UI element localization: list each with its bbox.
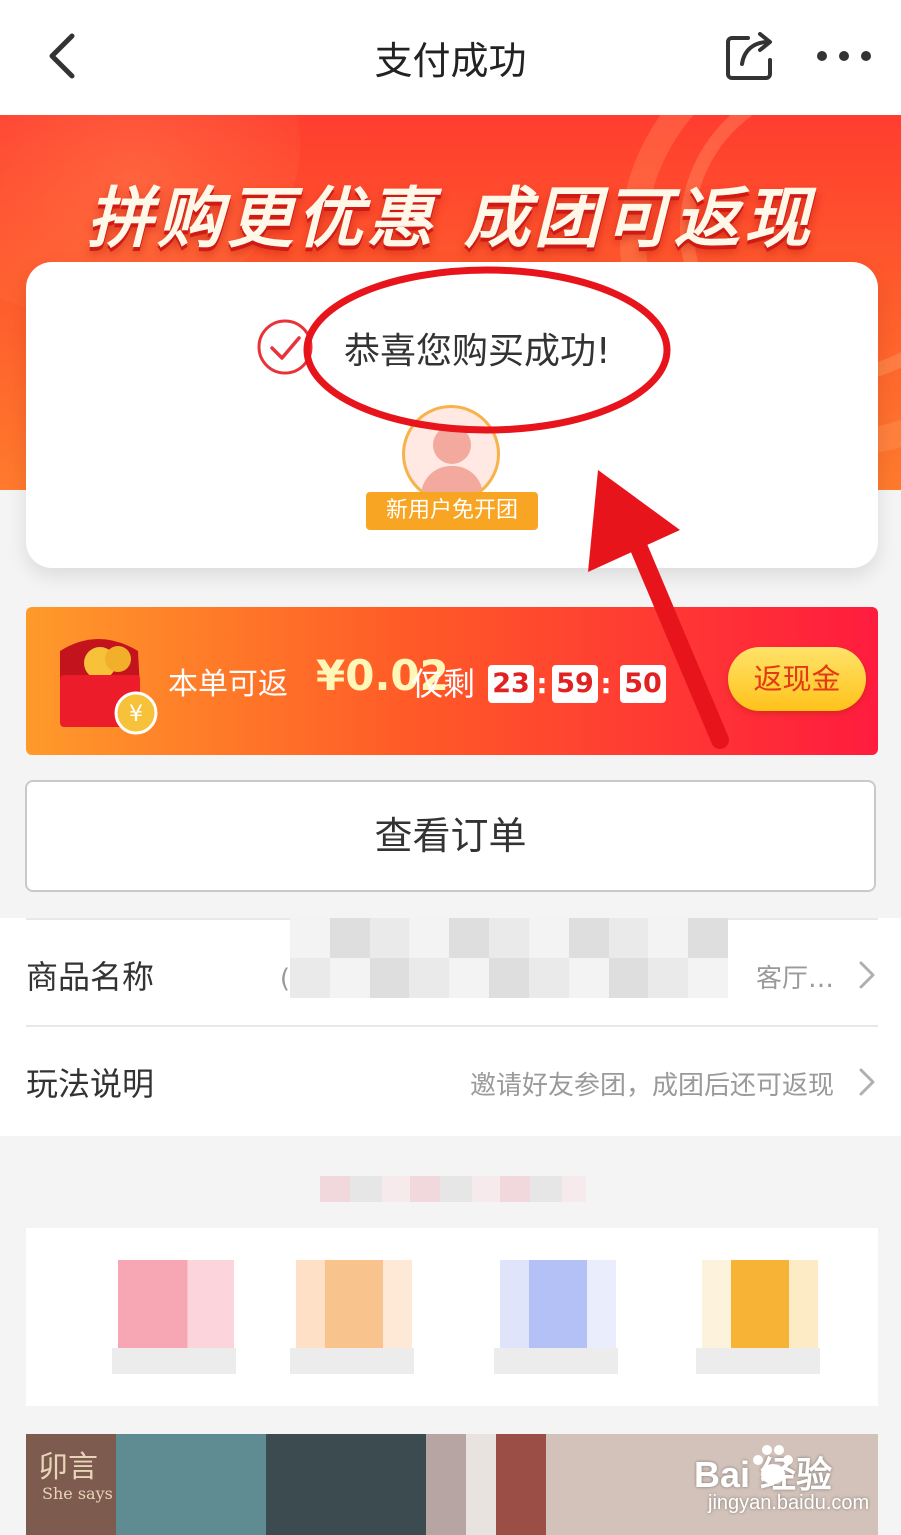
annotation-ellipse (303, 266, 671, 434)
blurred-product-label (112, 1348, 236, 1374)
chevron-right-icon (859, 961, 875, 989)
svg-text:¥: ¥ (129, 702, 143, 727)
view-order-button[interactable]: 查看订单 (25, 780, 876, 892)
purchase-success-card: 恭喜您购买成功! 新用户免开团 (26, 262, 878, 568)
new-user-badge: 新用户免开团 (366, 492, 538, 530)
banner-slogan: 拼购更优惠 成团可返现 (87, 180, 814, 257)
watermark-url: jingyan.baidu.com (708, 1492, 870, 1514)
rules-row[interactable]: 玩法说明 邀请好友参团，成团后还可返现 (26, 1025, 878, 1132)
red-envelope-icon: ¥ (60, 639, 158, 735)
recommendation-card (26, 1228, 878, 1406)
rules-value: 邀请好友参团，成团后还可返现 (469, 1071, 834, 1101)
timer-hours: 23 (488, 665, 534, 703)
chevron-right-icon (859, 1068, 875, 1096)
cashback-bar: ¥ 本单可返 ¥0.02 仅剩 23 : 59 : 50 返现金 (26, 607, 878, 755)
blurred-product-image (118, 1260, 234, 1348)
recommended-product[interactable] (696, 1260, 820, 1374)
share-icon[interactable] (722, 28, 782, 84)
paw-icon (753, 1445, 793, 1484)
blurred-product-label (696, 1348, 820, 1374)
cashback-label: 本单可返 (168, 667, 288, 702)
annotation-arrow-icon (588, 470, 729, 749)
more-icon[interactable] (812, 36, 876, 76)
brand-logo: 卯言 (38, 1450, 98, 1485)
recommended-product[interactable] (112, 1260, 236, 1374)
blurred-product-label (290, 1348, 414, 1374)
blurred-product-image (500, 1260, 616, 1348)
blurred-product-image (702, 1260, 818, 1348)
recommended-product[interactable] (290, 1260, 414, 1374)
product-name-value-tail: 客厅… (755, 964, 834, 994)
timer-separator: : (536, 667, 548, 700)
top-navigation-bar: 支付成功 (0, 0, 901, 115)
brand-logo-subtitle: She says (42, 1484, 113, 1503)
recommended-product[interactable] (494, 1260, 618, 1374)
blurred-product-name (290, 918, 728, 998)
rules-label: 玩法说明 (26, 1065, 155, 1103)
blurred-product-image (296, 1260, 412, 1348)
baidu-jingyan-watermark: Bai 经验 jingyan.baidu.com (690, 1436, 890, 1526)
blurred-section-title (320, 1176, 586, 1202)
remaining-label: 仅剩 (411, 665, 476, 703)
blurred-product-label (494, 1348, 618, 1374)
product-name-label: 商品名称 (26, 958, 155, 996)
